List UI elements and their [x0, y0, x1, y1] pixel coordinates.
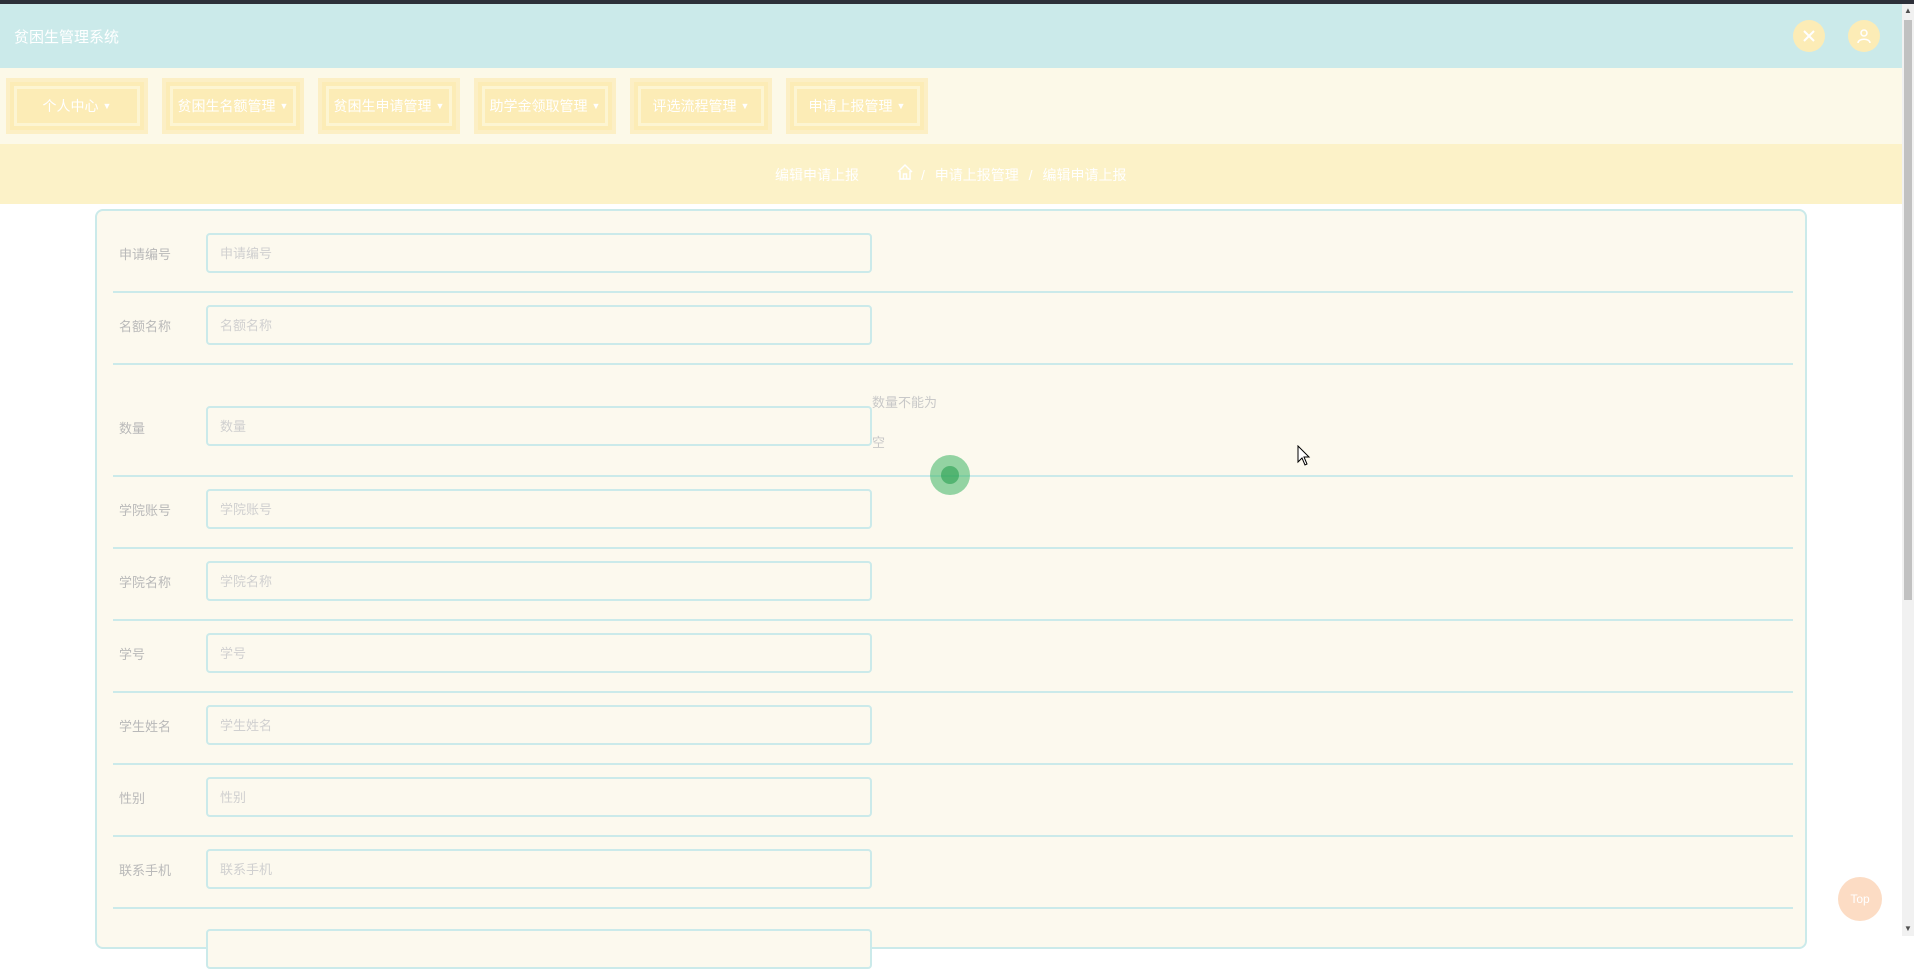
breadcrumb-item-edit-report: 编辑申请上报	[1042, 167, 1127, 183]
nav-item-label: 个人中心	[42, 98, 99, 114]
breadcrumb-separator: /	[1028, 167, 1033, 183]
nav-item-personal-center[interactable]: 个人中心 ▼	[6, 78, 148, 134]
user-icon[interactable]	[1848, 20, 1880, 52]
scroll-down-arrow-icon[interactable]: ▼	[1904, 924, 1912, 933]
breadcrumb-separator: /	[921, 167, 925, 183]
form-row-student-id: 学号	[113, 621, 1793, 693]
field-label: 学生姓名	[119, 719, 172, 734]
nav-item-quota-management[interactable]: 贫困生名额管理 ▼	[162, 78, 304, 134]
chevron-down-icon: ▼	[591, 101, 601, 111]
click-indicator	[930, 455, 970, 495]
chevron-down-icon: ▼	[102, 101, 112, 111]
app-title: 贫困生管理系统	[14, 29, 120, 46]
nav-item-application-management[interactable]: 贫困生申请管理 ▼	[318, 78, 460, 134]
back-to-top-button[interactable]: Top	[1838, 877, 1882, 921]
nav-item-label: 助学金领取管理	[489, 98, 588, 114]
nav-item-report-management[interactable]: 申请上报管理 ▼	[786, 78, 928, 134]
gender-input[interactable]	[206, 777, 872, 817]
quantity-error-message: 数量不能为空	[872, 395, 938, 450]
field-label: 名额名称	[119, 319, 172, 334]
field-label: 性别	[119, 791, 146, 806]
chevron-down-icon: ▼	[896, 101, 906, 111]
next-field-input[interactable]	[206, 929, 872, 969]
share-icon[interactable]	[1793, 20, 1825, 52]
phone-input[interactable]	[206, 849, 872, 889]
field-label: 学院账号	[119, 503, 172, 518]
nav-item-label: 评选流程管理	[652, 98, 737, 114]
breadcrumb: / 申请上报管理 / 编辑申请上报	[918, 165, 1129, 185]
edit-form: 申请编号 名额名称 数量 数量不能为空 学院账号 学院名称 学号 学生姓名 性别…	[95, 209, 1807, 969]
field-label: 联系手机	[119, 863, 172, 878]
field-label: 学号	[119, 647, 146, 662]
user-icon-glyph	[1857, 29, 1871, 44]
nav-item-label: 申请上报管理	[808, 98, 893, 114]
form-row-next	[113, 909, 1793, 969]
nav-item-grant-collection[interactable]: 助学金领取管理 ▼	[474, 78, 616, 134]
student-name-input[interactable]	[206, 705, 872, 745]
chevron-down-icon: ▼	[740, 101, 750, 111]
breadcrumb-item-report-management[interactable]: 申请上报管理	[935, 167, 1019, 183]
field-label: 申请编号	[119, 247, 172, 262]
app-header: 贫困生管理系统	[0, 4, 1902, 68]
form-row-college-name: 学院名称	[113, 549, 1793, 621]
form-row-student-name: 学生姓名	[113, 693, 1793, 765]
page-scrollbar[interactable]: ▲ ▼	[1902, 4, 1914, 936]
field-label: 学院名称	[119, 575, 172, 590]
breadcrumb-bar: 编辑申请上报 / 申请上报管理 / 编辑申请上报	[0, 144, 1902, 204]
form-row-application-no: 申请编号	[113, 211, 1793, 293]
college-name-input[interactable]	[206, 561, 872, 601]
student-id-input[interactable]	[206, 633, 872, 673]
chevron-down-icon: ▼	[279, 101, 289, 111]
form-row-phone: 联系手机	[113, 837, 1793, 909]
scrollbar-thumb[interactable]	[1904, 20, 1912, 600]
top-nav: 个人中心 ▼ 贫困生名额管理 ▼ 贫困生申请管理 ▼ 助学金领取管理 ▼ 评选流程管理 ▼…	[0, 68, 1902, 144]
mouse-cursor-icon	[1297, 445, 1311, 466]
quota-name-input[interactable]	[206, 305, 872, 345]
scroll-up-arrow-icon[interactable]: ▲	[1904, 6, 1912, 15]
field-label: 数量	[119, 421, 146, 436]
quantity-input[interactable]	[206, 406, 872, 446]
college-account-input[interactable]	[206, 489, 872, 529]
form-row-quota-name: 名额名称	[113, 293, 1793, 365]
chevron-down-icon: ▼	[435, 101, 445, 111]
nav-item-selection-process[interactable]: 评选流程管理 ▼	[630, 78, 772, 134]
share-icon-glyph	[1803, 30, 1815, 42]
home-icon[interactable]	[896, 163, 914, 181]
page-title: 编辑申请上报	[775, 167, 859, 183]
application-no-input[interactable]	[206, 233, 872, 273]
nav-item-label: 贫困生申请管理	[333, 98, 432, 114]
nav-item-label: 贫困生名额管理	[177, 98, 276, 114]
form-row-gender: 性别	[113, 765, 1793, 837]
